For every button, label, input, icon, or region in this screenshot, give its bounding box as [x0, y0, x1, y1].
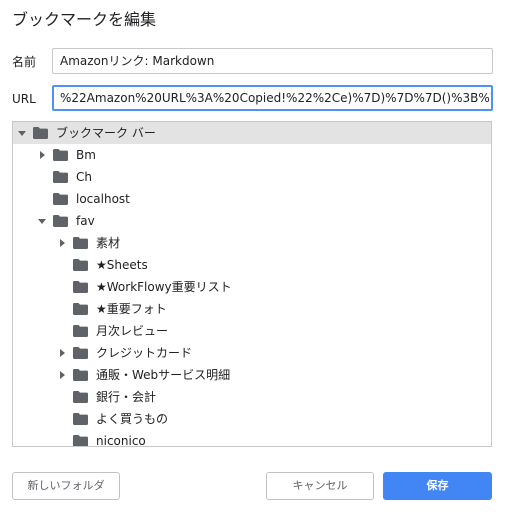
folder-icon	[53, 171, 68, 183]
tree-item-label: ★WorkFlowy重要リスト	[96, 280, 232, 294]
url-input[interactable]: %22Amazon%20URL%3A%20Copied!%22%2Ce)%7D)…	[52, 85, 493, 111]
tree-item[interactable]: Ch	[13, 166, 491, 188]
tree-item-label: ★Sheets	[96, 258, 148, 272]
tree-item-label: Ch	[76, 170, 92, 184]
tree-item-label: ★重要フォト	[96, 302, 167, 316]
folder-icon	[73, 237, 88, 249]
tree-item-label: fav	[76, 214, 95, 228]
cancel-button[interactable]: キャンセル	[266, 472, 374, 500]
tree-item-label: 素材	[96, 236, 121, 250]
folder-icon	[73, 347, 88, 359]
folder-tree[interactable]: ブックマーク バー Bm Ch localhost fav 素材 ★Sheets ★WorkF…	[12, 121, 492, 447]
tree-item-label: ブックマーク バー	[56, 126, 156, 140]
folder-icon	[73, 303, 88, 315]
folder-icon	[33, 127, 48, 139]
tree-item[interactable]: 素材	[13, 232, 491, 254]
tree-item[interactable]: localhost	[13, 188, 491, 210]
folder-icon	[73, 369, 88, 381]
url-input-text: %22Amazon%20URL%3A%20Copied!%22%2Ce)%7D)…	[60, 91, 493, 105]
folder-icon	[73, 391, 88, 403]
expand-arrow-right-icon[interactable]	[57, 238, 67, 248]
tree-item-label: クレジットカード	[96, 346, 193, 360]
name-input[interactable]: Amazonリンク: Markdown	[52, 48, 493, 74]
tree-item[interactable]: ★重要フォト	[13, 298, 491, 320]
new-folder-button[interactable]: 新しいフォルダ	[12, 472, 120, 500]
tree-item-label: Bm	[76, 148, 96, 162]
tree-item[interactable]: ★WorkFlowy重要リスト	[13, 276, 491, 298]
url-label: URL	[12, 92, 36, 106]
tree-item-label: 月次レビュー	[96, 324, 169, 338]
tree-item[interactable]: niconico	[13, 430, 491, 447]
folder-icon	[73, 325, 88, 337]
dialog-title: ブックマークを編集	[12, 10, 157, 29]
save-button[interactable]: 保存	[383, 472, 492, 500]
tree-item-label: よく買うもの	[96, 412, 169, 426]
folder-icon	[73, 259, 88, 271]
expand-arrow-down-icon[interactable]	[17, 128, 27, 138]
tree-item[interactable]: 月次レビュー	[13, 320, 491, 342]
url-field-row: URL %22Amazon%20URL%3A%20Copied!%22%2Ce)…	[12, 85, 493, 113]
tree-item[interactable]: よく買うもの	[13, 408, 491, 430]
tree-item[interactable]: 銀行・会計	[13, 386, 491, 408]
folder-icon	[53, 215, 68, 227]
expand-arrow-right-icon[interactable]	[37, 150, 47, 160]
tree-item-label: niconico	[96, 434, 146, 447]
tree-item[interactable]: fav	[13, 210, 491, 232]
tree-item-label: 銀行・会計	[96, 390, 157, 404]
tree-item-label: localhost	[76, 192, 130, 206]
tree-item-label: 通販・Webサービス明細	[96, 368, 231, 382]
expand-arrow-down-icon[interactable]	[37, 216, 47, 226]
folder-icon	[73, 435, 88, 446]
folder-icon	[73, 281, 88, 293]
expand-arrow-right-icon[interactable]	[57, 370, 67, 380]
tree-item[interactable]: クレジットカード	[13, 342, 491, 364]
tree-item[interactable]: 通販・Webサービス明細	[13, 364, 491, 386]
edit-bookmark-dialog: ブックマークを編集 名前 Amazonリンク: Markdown URL %22…	[0, 0, 507, 515]
tree-item[interactable]: ★Sheets	[13, 254, 491, 276]
tree-item[interactable]: ブックマーク バー	[13, 122, 491, 144]
expand-arrow-right-icon[interactable]	[57, 348, 67, 358]
name-label: 名前	[12, 55, 37, 69]
folder-icon	[53, 149, 68, 161]
name-field-row: 名前 Amazonリンク: Markdown	[12, 48, 493, 76]
tree-item[interactable]: Bm	[13, 144, 491, 166]
folder-icon	[73, 413, 88, 425]
folder-icon	[53, 193, 68, 205]
